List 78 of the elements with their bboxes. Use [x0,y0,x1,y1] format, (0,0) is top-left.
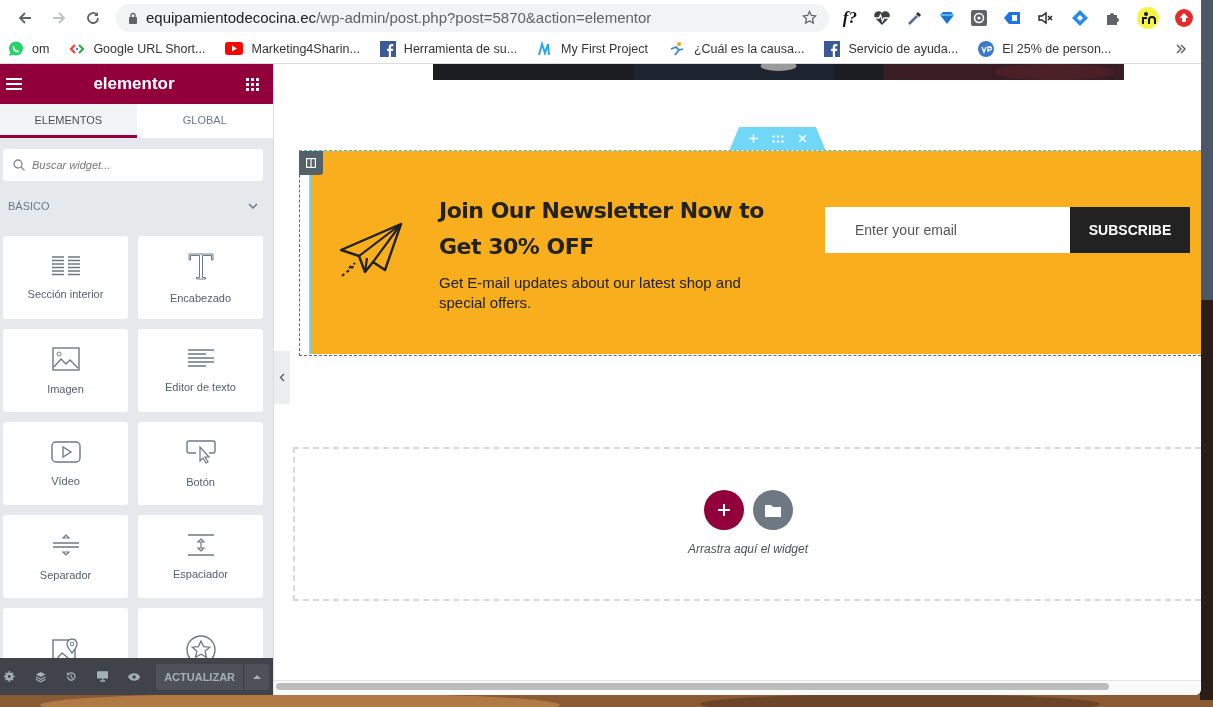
scrollbar-thumb[interactable] [276,683,1109,690]
circle-logo-icon [978,41,995,57]
facebook-icon [379,41,396,57]
widget-card[interactable]: Botón [138,422,263,505]
diamond-icon[interactable] [939,9,955,26]
widget-card[interactable]: Sección interior [3,236,128,319]
widget-card[interactable]: Vídeo [3,422,128,505]
diamond-icon[interactable] [1071,8,1089,27]
bookmark-link[interactable]: El 25% de person... [978,41,1112,57]
extension-button[interactable]: f? [842,7,857,28]
add-section-button[interactable] [703,490,744,530]
address-bar[interactable]: equipamientodecocina.ec/wp-admin/post.php?post=5870&action=elementor [116,3,829,32]
menu-icon[interactable] [6,78,22,90]
star-icon [185,634,216,658]
divider-icon [51,532,80,557]
lock-icon [128,11,138,24]
logo-text: elementor [93,74,175,94]
drop-hint: Arrastra aquí el widget [687,542,809,556]
bookmark-link[interactable]: ¿Cuál es la causa... [667,41,805,57]
widget-card[interactable]: Espaciador [138,515,263,598]
template-library-button[interactable] [752,490,793,530]
columns-icon [50,255,81,276]
bookmark-link[interactable]: Google URL Short... [69,41,206,57]
chevron-double-right-icon[interactable] [1175,43,1187,55]
search-icon [13,159,25,171]
caret-icon [252,674,261,679]
bookmark-link[interactable]: Servicio de ayuda... [824,41,959,57]
widget-card[interactable]: Imagen [3,329,128,412]
settings-icon[interactable] [4,670,15,683]
cursor-button-icon [185,439,216,464]
bookmark-link[interactable]: My First Project [537,41,648,57]
upload-icon[interactable] [1175,8,1193,27]
eye-icon[interactable] [127,671,141,682]
monitor-icon[interactable] [96,670,108,683]
widget-card[interactable]: Encabezado [138,236,263,319]
column-handle[interactable] [299,151,323,175]
spacer-icon [186,533,215,556]
eyedropper-icon[interactable] [907,9,923,26]
heartbeat-icon[interactable] [873,9,891,26]
text-lines-icon [186,348,215,369]
panel-tab[interactable]: GLOBAL [136,104,273,138]
newsletter-description: Get E-mail updates about our latest shop and special offers. [439,272,742,313]
widget-card[interactable]: Editor de texto [138,329,263,412]
widget-card[interactable]: Separador [3,515,128,598]
bookmark-link[interactable]: Herramienta de su... [379,41,518,57]
play-button-icon [50,440,81,463]
bookmark-star-icon[interactable] [801,10,817,25]
reload-icon[interactable] [85,9,101,26]
bookmark-link[interactable]: om [8,41,50,57]
at-sign-icon[interactable] [971,9,987,26]
muted-speaker-icon[interactable] [1037,9,1055,26]
category-title: BÁSICO [8,200,50,212]
facebook-icon [824,41,841,57]
image-icon [51,346,80,371]
tag-icon[interactable] [1003,9,1021,26]
back-icon[interactable] [17,9,33,26]
panel-tab[interactable]: ELEMENTOS [0,104,137,138]
chevron-left-icon [279,373,285,382]
columns-icon [306,158,316,168]
plus-icon [717,504,730,516]
avatar-icon[interactable] [1137,6,1159,29]
chat-bubble-icon [8,41,24,57]
newsletter-heading: Join Our Newsletter Now to Get 30% OFF [439,196,765,261]
layers-icon[interactable] [34,670,46,683]
play-icon [225,42,244,56]
history-icon[interactable] [65,670,77,683]
folder-icon [764,503,781,517]
options-button[interactable] [243,663,270,690]
grid-icon[interactable] [246,77,259,91]
email-field[interactable]: Enter your email [825,206,1070,253]
bookmark-link[interactable]: Marketing4Sharin... [225,42,360,56]
paper-plane-icon [339,221,405,278]
map-pin-icon [51,635,80,658]
letter-t-icon [186,251,215,280]
update-button[interactable]: ACTUALIZAR [156,663,244,690]
chevron-icon[interactable] [248,201,258,211]
search-field[interactable]: Buscar widget... [3,149,263,181]
subscribe-button[interactable]: SUBSCRIBE [1070,206,1190,253]
